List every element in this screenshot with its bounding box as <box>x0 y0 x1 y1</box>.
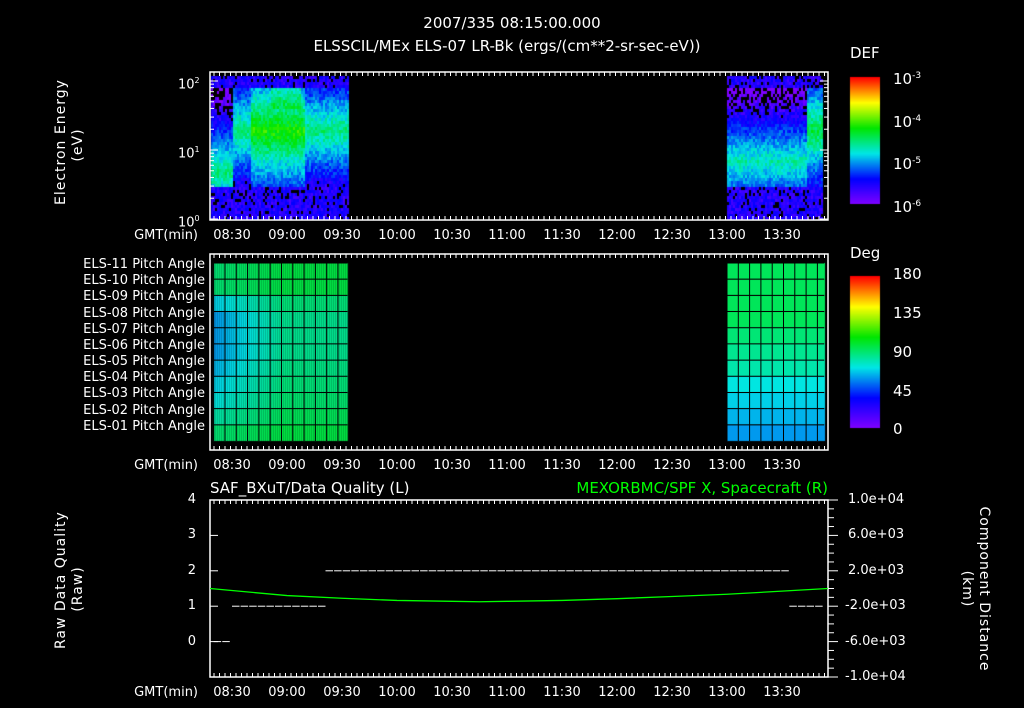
panel-frame <box>209 71 829 221</box>
pitch-angle-row-label: ELS-01 Pitch Angle <box>83 418 205 434</box>
def-colorbar-title: DEF <box>850 44 880 62</box>
time-tick-label: 09:30 <box>323 458 361 473</box>
deg-tick: 135 <box>893 304 922 322</box>
time-axis-label: GMT(min) <box>134 458 198 473</box>
energy-tick-2: 102 <box>178 76 200 93</box>
time-tick-label: 13:30 <box>763 685 801 700</box>
distance-axis-title: Component Distance <box>976 506 992 672</box>
time-tick-label: 13:00 <box>708 458 746 473</box>
time-tick-label: 12:00 <box>598 458 636 473</box>
time-tick-label: 11:00 <box>488 685 526 700</box>
time-tick-label: 13:00 <box>708 228 746 243</box>
pitch-angle-row-label: ELS-06 Pitch Angle <box>83 337 205 353</box>
time-axis-label: GMT(min) <box>134 228 198 243</box>
quality-tick-label: 2 <box>187 562 196 578</box>
time-tick-label: 12:30 <box>653 228 691 243</box>
time-tick-label: 12:30 <box>653 685 691 700</box>
quality-axis-title: Raw Data Quality <box>53 511 69 649</box>
time-tick-label: 11:00 <box>488 228 526 243</box>
time-tick-label: 08:30 <box>213 228 251 243</box>
deg-colorbar-title: Deg <box>850 244 881 262</box>
time-tick-label: 10:30 <box>433 458 471 473</box>
right-series-title: MEXORBMC/SPF X, Spacecraft (R) <box>576 479 828 497</box>
left-series-title: SAF_BXuT/Data Quality (L) <box>210 479 410 497</box>
distance-axis-unit: (km) <box>959 570 975 608</box>
quality-tick-label: 1 <box>187 598 196 614</box>
energy-axis-unit: (eV) <box>70 128 86 162</box>
time-tick-label: 09:00 <box>268 458 306 473</box>
time-tick-label: 10:00 <box>378 685 416 700</box>
time-tick-label: 11:30 <box>543 228 581 243</box>
energy-axis-label: Electron Energy (eV) <box>53 79 87 205</box>
time-tick-label: 12:00 <box>598 228 636 243</box>
plot-subtitle: ELSSCIL/MEx ELS-07 LR-Bk (ergs/(cm**2-sr… <box>313 37 701 55</box>
def-tick: 10-6 <box>893 198 922 216</box>
panel-frame <box>209 499 829 678</box>
pitch-angle-row-label: ELS-11 Pitch Angle <box>83 257 205 272</box>
quality-axis-label: Raw Data Quality (Raw) <box>53 511 87 649</box>
energy-tick-1: 101 <box>178 145 200 162</box>
quality-tick-label: 4 <box>187 492 196 507</box>
pitch-angle-row-label: ELS-08 Pitch Angle <box>83 305 205 321</box>
distance-tick-label: 2.0e+03 <box>848 562 905 578</box>
def-tick: 10-5 <box>893 155 922 173</box>
pitch-angle-row-label: ELS-03 Pitch Angle <box>83 386 205 402</box>
deg-tick: 90 <box>893 343 913 361</box>
time-tick-label: 12:30 <box>653 458 691 473</box>
distance-tick-label: -1.0e+04 <box>845 669 906 684</box>
def-tick: 10-4 <box>893 113 922 131</box>
pitch-angle-row-label: ELS-07 Pitch Angle <box>83 321 205 337</box>
time-tick-label: 09:00 <box>268 685 306 700</box>
time-tick-label: 08:30 <box>213 685 251 700</box>
pitch-angle-row-label: ELS-09 Pitch Angle <box>83 289 205 305</box>
time-tick-label: 08:30 <box>213 458 251 473</box>
distance-tick-label: -2.0e+03 <box>845 598 906 614</box>
quality-tick-label: 3 <box>187 527 196 543</box>
pitch-angle-row-label: ELS-04 Pitch Angle <box>83 370 205 386</box>
pitch-angle-row-label: ELS-05 Pitch Angle <box>83 354 205 370</box>
time-tick-label: 13:00 <box>708 685 746 700</box>
time-tick-label: 09:30 <box>323 685 361 700</box>
panel-frame <box>209 253 829 451</box>
time-tick-label: 13:30 <box>763 458 801 473</box>
time-tick-label: 11:30 <box>543 458 581 473</box>
plot-title: 2007/335 08:15:00.000 <box>423 14 601 32</box>
distance-tick-label: -6.0e+03 <box>845 633 906 649</box>
spf-x-line <box>209 587 828 603</box>
time-axis-label: GMT(min) <box>134 685 198 700</box>
distance-axis-label: Component Distance (km) <box>958 504 992 674</box>
time-tick-label: 09:30 <box>323 228 361 243</box>
def-tick: 10-3 <box>893 70 922 88</box>
time-tick-label: 10:00 <box>378 228 416 243</box>
deg-tick: 45 <box>893 382 913 400</box>
quality-axis-unit: (Raw) <box>70 566 86 612</box>
time-tick-label: 10:30 <box>433 228 471 243</box>
deg-tick: 0 <box>893 420 903 438</box>
deg-tick: 180 <box>893 265 922 283</box>
pitch-angle-row-label: ELS-02 Pitch Angle <box>83 402 205 418</box>
time-tick-label: 11:00 <box>488 458 526 473</box>
energy-axis-title: Electron Energy <box>53 79 69 205</box>
time-tick-label: 13:30 <box>763 228 801 243</box>
time-tick-label: 11:30 <box>543 685 581 700</box>
time-tick-label: 10:30 <box>433 685 471 700</box>
time-tick-label: 09:00 <box>268 228 306 243</box>
time-tick-label: 10:00 <box>378 458 416 473</box>
quality-tick-label: 0 <box>187 633 196 649</box>
pitch-angle-row-label: ELS-10 Pitch Angle <box>83 273 205 289</box>
distance-tick-label: 6.0e+03 <box>848 527 905 543</box>
time-tick-label: 12:00 <box>598 685 636 700</box>
distance-tick-label: 1.0e+04 <box>848 492 905 507</box>
